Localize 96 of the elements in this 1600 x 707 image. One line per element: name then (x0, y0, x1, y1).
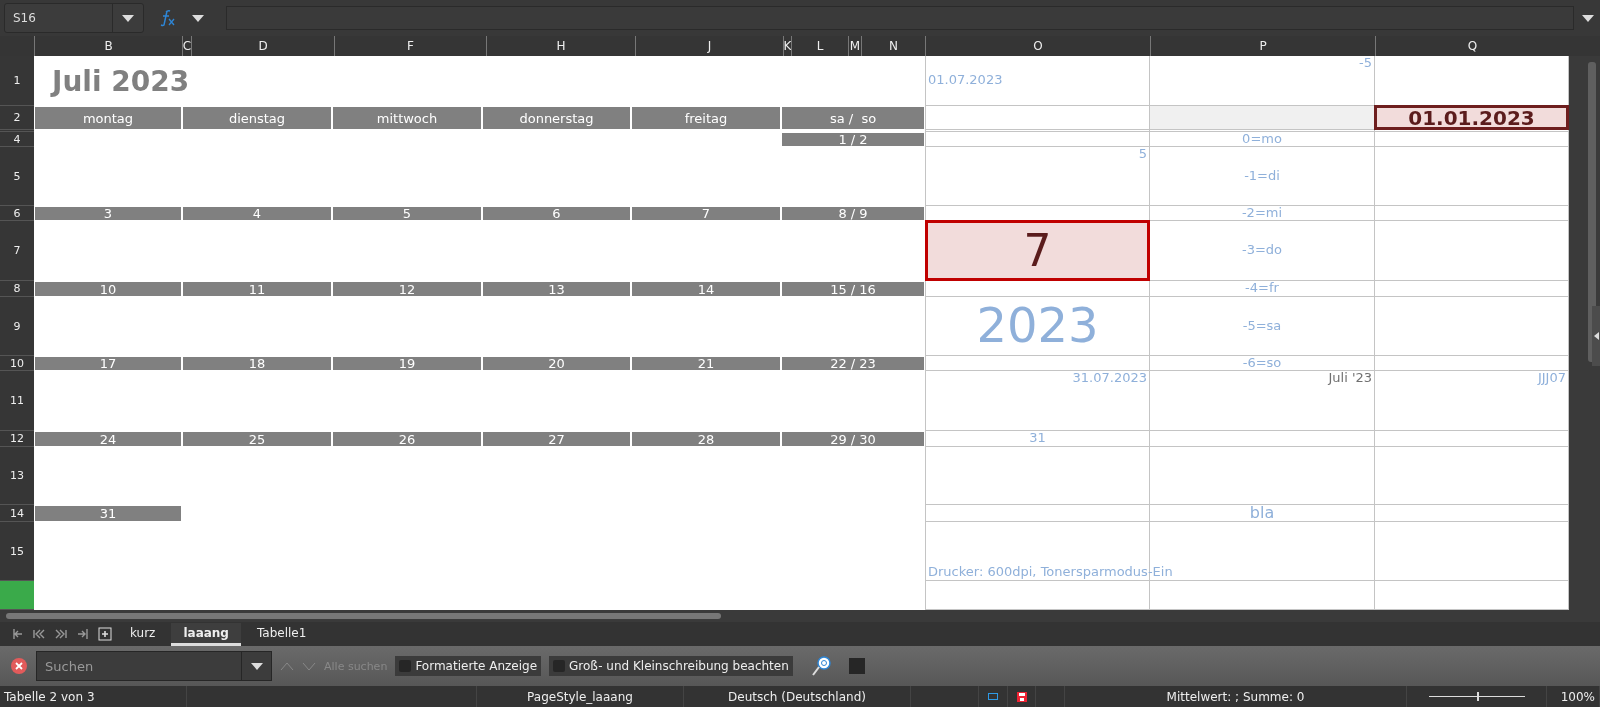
highlighted-cell: 01.01.2023 (1374, 105, 1569, 130)
day-number: 7 (632, 207, 780, 220)
day-number: 15 / 16 (782, 282, 924, 296)
day-number: 26 (333, 432, 481, 446)
day-number: 12 (333, 282, 481, 296)
day-number: 4 (183, 207, 331, 220)
day-number: 11 (183, 282, 331, 296)
day-number: 20 (483, 357, 630, 370)
name-box[interactable]: S16 (4, 3, 144, 33)
row-header[interactable]: 14 (0, 505, 34, 522)
day-number: 13 (483, 282, 630, 296)
day-number: 18 (183, 357, 331, 370)
cell-text: Drucker: 600dpi, Tonersparmodus-Ein (927, 565, 1174, 580)
cell-text: 2023 (976, 298, 1099, 354)
caret-icon (122, 14, 134, 22)
dropdown-button[interactable] (242, 651, 272, 681)
expand-icon (1582, 14, 1594, 22)
weekday-header: mittwoch (333, 107, 481, 129)
row-header[interactable]: 9 (0, 297, 34, 356)
day-number: 29 / 30 (782, 432, 924, 446)
day-number: 17 (35, 357, 181, 370)
cell-text: -3=do (1240, 243, 1284, 258)
day-number: 19 (333, 357, 481, 370)
day-number: 10 (35, 282, 181, 296)
highlighted-cell: 7 (925, 220, 1150, 281)
weekday-header: dienstag (183, 107, 331, 129)
row-header[interactable]: 13 (0, 447, 34, 505)
weekday-header: freitag (632, 107, 780, 129)
function-wizard-icon[interactable] (158, 9, 176, 27)
row-header[interactable]: 2 (0, 106, 34, 130)
sidebar-toggle-icon[interactable] (1592, 306, 1600, 366)
sheet-tab[interactable]: Tabelle1 (244, 622, 319, 646)
cell-text: -1=di (1243, 168, 1281, 184)
cell-text: Juli '23 (1326, 371, 1373, 386)
day-number: 8 / 9 (782, 207, 924, 220)
weekday-header: donnerstag (483, 107, 630, 129)
row-header[interactable]: 6 (0, 206, 34, 221)
row-header[interactable]: 15 (0, 522, 34, 581)
option-checkbox[interactable]: Formatierte Anzeige (395, 656, 542, 676)
weekday-header: montag (35, 107, 181, 129)
scroll-thumb[interactable] (6, 613, 721, 619)
scroll-thumb[interactable] (1588, 62, 1596, 362)
day-number: 21 (632, 357, 780, 370)
calendar-title: Juli 2023 (49, 64, 191, 98)
cell-text: bla (1249, 503, 1275, 523)
cell-text: 01.07.2023 (927, 73, 1004, 88)
status-text: Tabelle 2 von 3 (4, 689, 95, 704)
vertical-scrollbar[interactable] (1569, 56, 1600, 610)
selection-mode-icon[interactable] (988, 693, 998, 700)
day-number: 5 (333, 207, 481, 220)
status-text: Mittelwert: ; Summe: 0 (1166, 689, 1305, 704)
row-header[interactable]: 8 (0, 281, 34, 297)
day-number: 22 / 23 (782, 357, 924, 370)
save-icon[interactable] (1016, 691, 1027, 702)
option-checkbox[interactable]: Groß- und Kleinschreibung beachten (549, 656, 793, 676)
cell-text: 31.07.2023 (1071, 371, 1148, 386)
day-number: 25 (183, 432, 331, 446)
caret-icon (250, 662, 263, 670)
day-number: 24 (35, 432, 181, 446)
horizontal-scrollbar[interactable] (0, 610, 1600, 622)
add-sheet-icon[interactable] (96, 625, 114, 643)
day-number: 1 / 2 (782, 133, 924, 146)
find-replace-icon[interactable] (810, 655, 833, 677)
search-field[interactable]: Suchen (36, 651, 242, 681)
row-header[interactable]: 4 (0, 132, 34, 147)
cell-text: 5 (1137, 147, 1148, 162)
close-icon[interactable] (10, 657, 28, 675)
day-number: 14 (632, 282, 780, 296)
day-number: 3 (35, 207, 181, 220)
row-header[interactable]: 11 (0, 371, 34, 431)
row-header[interactable]: 7 (0, 221, 34, 281)
row-header[interactable]: 10 (0, 356, 34, 371)
day-number: 28 (632, 432, 780, 446)
status-text: Deutsch (Deutschland) (728, 689, 866, 704)
sheet-tab[interactable]: laaang (171, 622, 241, 646)
weekday-header: sa / so (782, 107, 924, 129)
toolbar-button[interactable] (848, 658, 865, 674)
day-number: 27 (483, 432, 630, 446)
day-number: 6 (483, 207, 630, 220)
dropdown-icon (192, 14, 204, 22)
row-header[interactable]: 5 (0, 147, 34, 206)
cell-text: JJJ07 (1536, 371, 1567, 386)
cell-text: 31 (1028, 431, 1047, 446)
cell-text: 0=mo (1241, 131, 1283, 147)
status-text: PageStyle_laaang (527, 689, 633, 704)
cell-text: -6=so (1241, 355, 1283, 371)
cell-text: -4=fr (1244, 281, 1280, 296)
row-header[interactable]: 1 (0, 56, 34, 106)
cell-text: -5 (1358, 56, 1373, 71)
cell-text: -2=mi (1240, 205, 1284, 221)
row-header[interactable] (0, 581, 34, 610)
cell-text: -5=sa (1241, 318, 1283, 334)
day-number: 31 (35, 506, 181, 521)
zoom-level[interactable]: 100% (1560, 689, 1595, 704)
row-header[interactable]: 12 (0, 431, 34, 447)
sheet-tab[interactable]: kurz (118, 622, 168, 646)
